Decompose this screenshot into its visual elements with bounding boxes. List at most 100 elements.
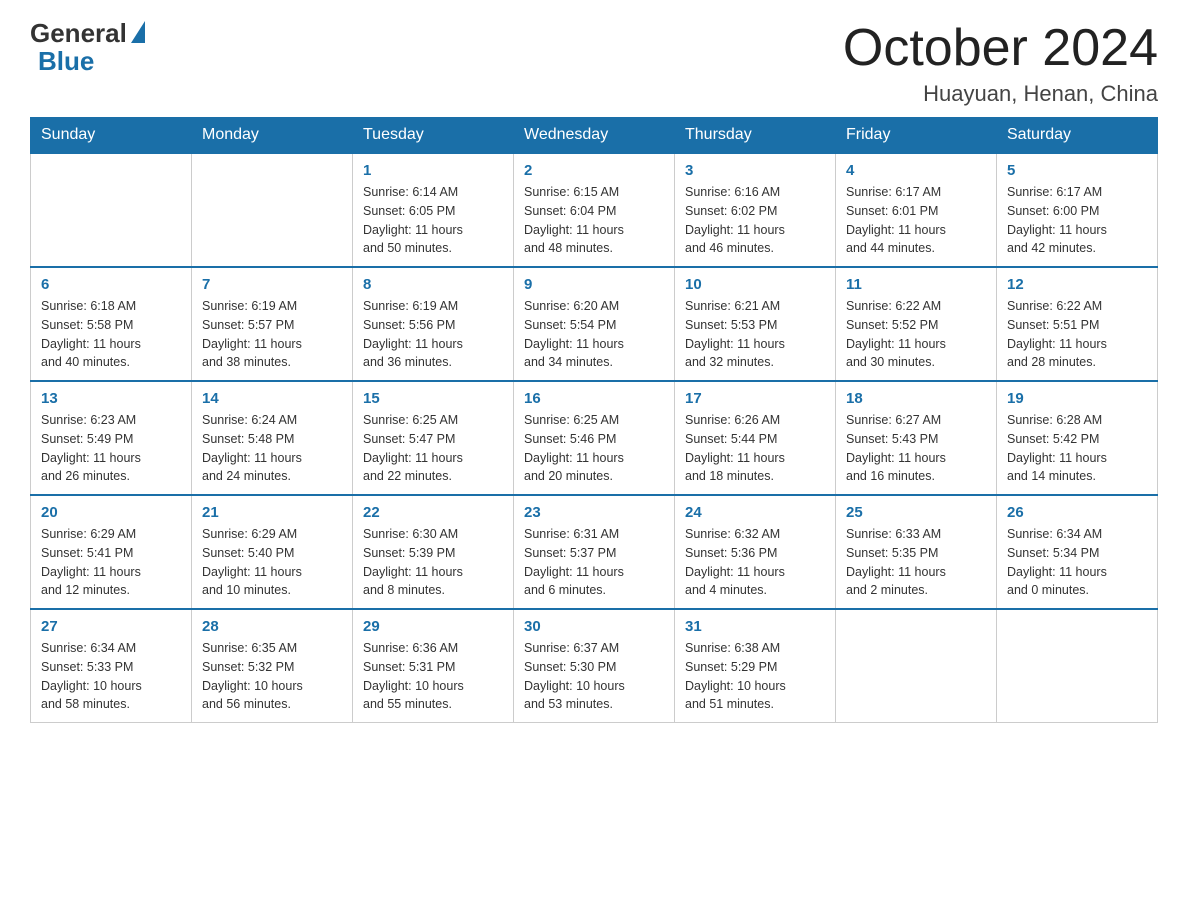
day-info: Sunrise: 6:17 AMSunset: 6:01 PMDaylight:… <box>846 183 986 258</box>
day-number: 18 <box>846 390 986 407</box>
calendar-cell: 23Sunrise: 6:31 AMSunset: 5:37 PMDayligh… <box>514 495 675 609</box>
day-number: 19 <box>1007 390 1147 407</box>
day-info: Sunrise: 6:34 AMSunset: 5:33 PMDaylight:… <box>41 639 181 714</box>
day-number: 7 <box>202 276 342 293</box>
day-number: 10 <box>685 276 825 293</box>
calendar-cell: 11 Sunrise: 6:22 AMSunset: 5:52 PMDayligh… <box>836 267 997 381</box>
calendar-cell: 30Sunrise: 6:37 AMSunset: 5:30 PMDayligh… <box>514 609 675 723</box>
weekday-header-row: SundayMondayTuesdayWednesdayThursdayFrid… <box>31 118 1158 154</box>
day-info: Sunrise: 6:15 AMSunset: 6:04 PMDaylight:… <box>524 183 664 258</box>
day-number: 27 <box>41 618 181 635</box>
day-info: Sunrise: 6:25 AMSunset: 5:47 PMDaylight:… <box>363 411 503 486</box>
calendar-cell: 10 Sunrise: 6:21 AMSunset: 5:53 PMDayligh… <box>675 267 836 381</box>
calendar-cell <box>836 609 997 723</box>
day-number: 28 <box>202 618 342 635</box>
calendar-cell: 20Sunrise: 6:29 AMSunset: 5:41 PMDayligh… <box>31 495 192 609</box>
day-info: Sunrise: 6:27 AMSunset: 5:43 PMDaylight:… <box>846 411 986 486</box>
day-info: Sunrise: 6:20 AMSunset: 5:54 PMDaylight:… <box>524 297 664 372</box>
logo-general-text: General <box>30 20 127 46</box>
calendar-cell: 26 Sunrise: 6:34 AMSunset: 5:34 PMDayligh… <box>997 495 1158 609</box>
calendar-cell: 22 Sunrise: 6:30 AMSunset: 5:39 PMDayligh… <box>353 495 514 609</box>
weekday-header-friday: Friday <box>836 118 997 154</box>
calendar-cell: 9 Sunrise: 6:20 AMSunset: 5:54 PMDaylight… <box>514 267 675 381</box>
day-number: 24 <box>685 504 825 521</box>
day-info: Sunrise: 6:29 AMSunset: 5:41 PMDaylight:… <box>41 525 181 600</box>
day-info: Sunrise: 6:21 AMSunset: 5:53 PMDaylight:… <box>685 297 825 372</box>
day-number: 22 <box>363 504 503 521</box>
day-number: 31 <box>685 618 825 635</box>
week-row-5: 27 Sunrise: 6:34 AMSunset: 5:33 PMDayligh… <box>31 609 1158 723</box>
day-number: 26 <box>1007 504 1147 521</box>
page-header: General Blue October 2024 Huayuan, Henan… <box>30 20 1158 107</box>
day-info: Sunrise: 6:28 AMSunset: 5:42 PMDaylight:… <box>1007 411 1147 486</box>
day-number: 9 <box>524 276 664 293</box>
day-info: Sunrise: 6:18 AMSunset: 5:58 PMDaylight:… <box>41 297 181 372</box>
day-info: Sunrise: 6:29 AMSunset: 5:40 PMDaylight:… <box>202 525 342 600</box>
day-info: Sunrise: 6:35 AMSunset: 5:32 PMDaylight:… <box>202 639 342 714</box>
calendar-cell: 5Sunrise: 6:17 AMSunset: 6:00 PMDaylight… <box>997 153 1158 267</box>
calendar-cell: 13 Sunrise: 6:23 AMSunset: 5:49 PMDayligh… <box>31 381 192 495</box>
day-info: Sunrise: 6:30 AMSunset: 5:39 PMDaylight:… <box>363 525 503 600</box>
weekday-header-thursday: Thursday <box>675 118 836 154</box>
calendar-cell: 28 Sunrise: 6:35 AMSunset: 5:32 PMDayligh… <box>192 609 353 723</box>
week-row-2: 6 Sunrise: 6:18 AMSunset: 5:58 PMDaylight… <box>31 267 1158 381</box>
day-number: 3 <box>685 162 825 179</box>
day-number: 25 <box>846 504 986 521</box>
calendar-cell: 2 Sunrise: 6:15 AMSunset: 6:04 PMDaylight… <box>514 153 675 267</box>
logo-triangle-icon <box>131 21 145 43</box>
calendar-cell: 12Sunrise: 6:22 AMSunset: 5:51 PMDayligh… <box>997 267 1158 381</box>
week-row-1: 1 Sunrise: 6:14 AMSunset: 6:05 PMDaylight… <box>31 153 1158 267</box>
calendar-cell: 25 Sunrise: 6:33 AMSunset: 5:35 PMDayligh… <box>836 495 997 609</box>
day-info: Sunrise: 6:26 AMSunset: 5:44 PMDaylight:… <box>685 411 825 486</box>
day-info: Sunrise: 6:33 AMSunset: 5:35 PMDaylight:… <box>846 525 986 600</box>
day-number: 1 <box>363 162 503 179</box>
calendar-cell: 31 Sunrise: 6:38 AMSunset: 5:29 PMDayligh… <box>675 609 836 723</box>
day-number: 2 <box>524 162 664 179</box>
day-info: Sunrise: 6:16 AMSunset: 6:02 PMDaylight:… <box>685 183 825 258</box>
day-info: Sunrise: 6:34 AMSunset: 5:34 PMDaylight:… <box>1007 525 1147 600</box>
day-number: 29 <box>363 618 503 635</box>
calendar-cell: 14 Sunrise: 6:24 AMSunset: 5:48 PMDayligh… <box>192 381 353 495</box>
month-title: October 2024 <box>843 20 1158 77</box>
weekday-header-tuesday: Tuesday <box>353 118 514 154</box>
day-number: 30 <box>524 618 664 635</box>
logo-blue-text: Blue <box>34 46 94 77</box>
calendar-cell: 18 Sunrise: 6:27 AMSunset: 5:43 PMDayligh… <box>836 381 997 495</box>
day-number: 6 <box>41 276 181 293</box>
day-number: 17 <box>685 390 825 407</box>
weekday-header-monday: Monday <box>192 118 353 154</box>
week-row-4: 20Sunrise: 6:29 AMSunset: 5:41 PMDayligh… <box>31 495 1158 609</box>
calendar-table: SundayMondayTuesdayWednesdayThursdayFrid… <box>30 117 1158 723</box>
calendar-cell: 7Sunrise: 6:19 AMSunset: 5:57 PMDaylight… <box>192 267 353 381</box>
day-number: 14 <box>202 390 342 407</box>
calendar-cell: 16 Sunrise: 6:25 AMSunset: 5:46 PMDayligh… <box>514 381 675 495</box>
calendar-cell: 15 Sunrise: 6:25 AMSunset: 5:47 PMDayligh… <box>353 381 514 495</box>
day-info: Sunrise: 6:38 AMSunset: 5:29 PMDaylight:… <box>685 639 825 714</box>
day-number: 12 <box>1007 276 1147 293</box>
day-number: 8 <box>363 276 503 293</box>
day-info: Sunrise: 6:19 AMSunset: 5:56 PMDaylight:… <box>363 297 503 372</box>
calendar-cell <box>31 153 192 267</box>
day-number: 23 <box>524 504 664 521</box>
calendar-cell: 6 Sunrise: 6:18 AMSunset: 5:58 PMDaylight… <box>31 267 192 381</box>
day-info: Sunrise: 6:25 AMSunset: 5:46 PMDaylight:… <box>524 411 664 486</box>
day-number: 11 <box>846 276 986 293</box>
calendar-cell: 8 Sunrise: 6:19 AMSunset: 5:56 PMDaylight… <box>353 267 514 381</box>
day-number: 13 <box>41 390 181 407</box>
day-number: 15 <box>363 390 503 407</box>
location-text: Huayuan, Henan, China <box>843 81 1158 107</box>
calendar-cell: 29Sunrise: 6:36 AMSunset: 5:31 PMDayligh… <box>353 609 514 723</box>
calendar-cell <box>997 609 1158 723</box>
calendar-cell: 21 Sunrise: 6:29 AMSunset: 5:40 PMDayligh… <box>192 495 353 609</box>
calendar-cell: 1 Sunrise: 6:14 AMSunset: 6:05 PMDaylight… <box>353 153 514 267</box>
calendar-cell: 19 Sunrise: 6:28 AMSunset: 5:42 PMDayligh… <box>997 381 1158 495</box>
calendar-cell: 24Sunrise: 6:32 AMSunset: 5:36 PMDayligh… <box>675 495 836 609</box>
day-info: Sunrise: 6:23 AMSunset: 5:49 PMDaylight:… <box>41 411 181 486</box>
day-info: Sunrise: 6:17 AMSunset: 6:00 PMDaylight:… <box>1007 183 1147 258</box>
day-info: Sunrise: 6:22 AMSunset: 5:52 PMDaylight:… <box>846 297 986 372</box>
day-info: Sunrise: 6:14 AMSunset: 6:05 PMDaylight:… <box>363 183 503 258</box>
day-info: Sunrise: 6:24 AMSunset: 5:48 PMDaylight:… <box>202 411 342 486</box>
day-number: 21 <box>202 504 342 521</box>
day-number: 16 <box>524 390 664 407</box>
title-section: October 2024 Huayuan, Henan, China <box>843 20 1158 107</box>
